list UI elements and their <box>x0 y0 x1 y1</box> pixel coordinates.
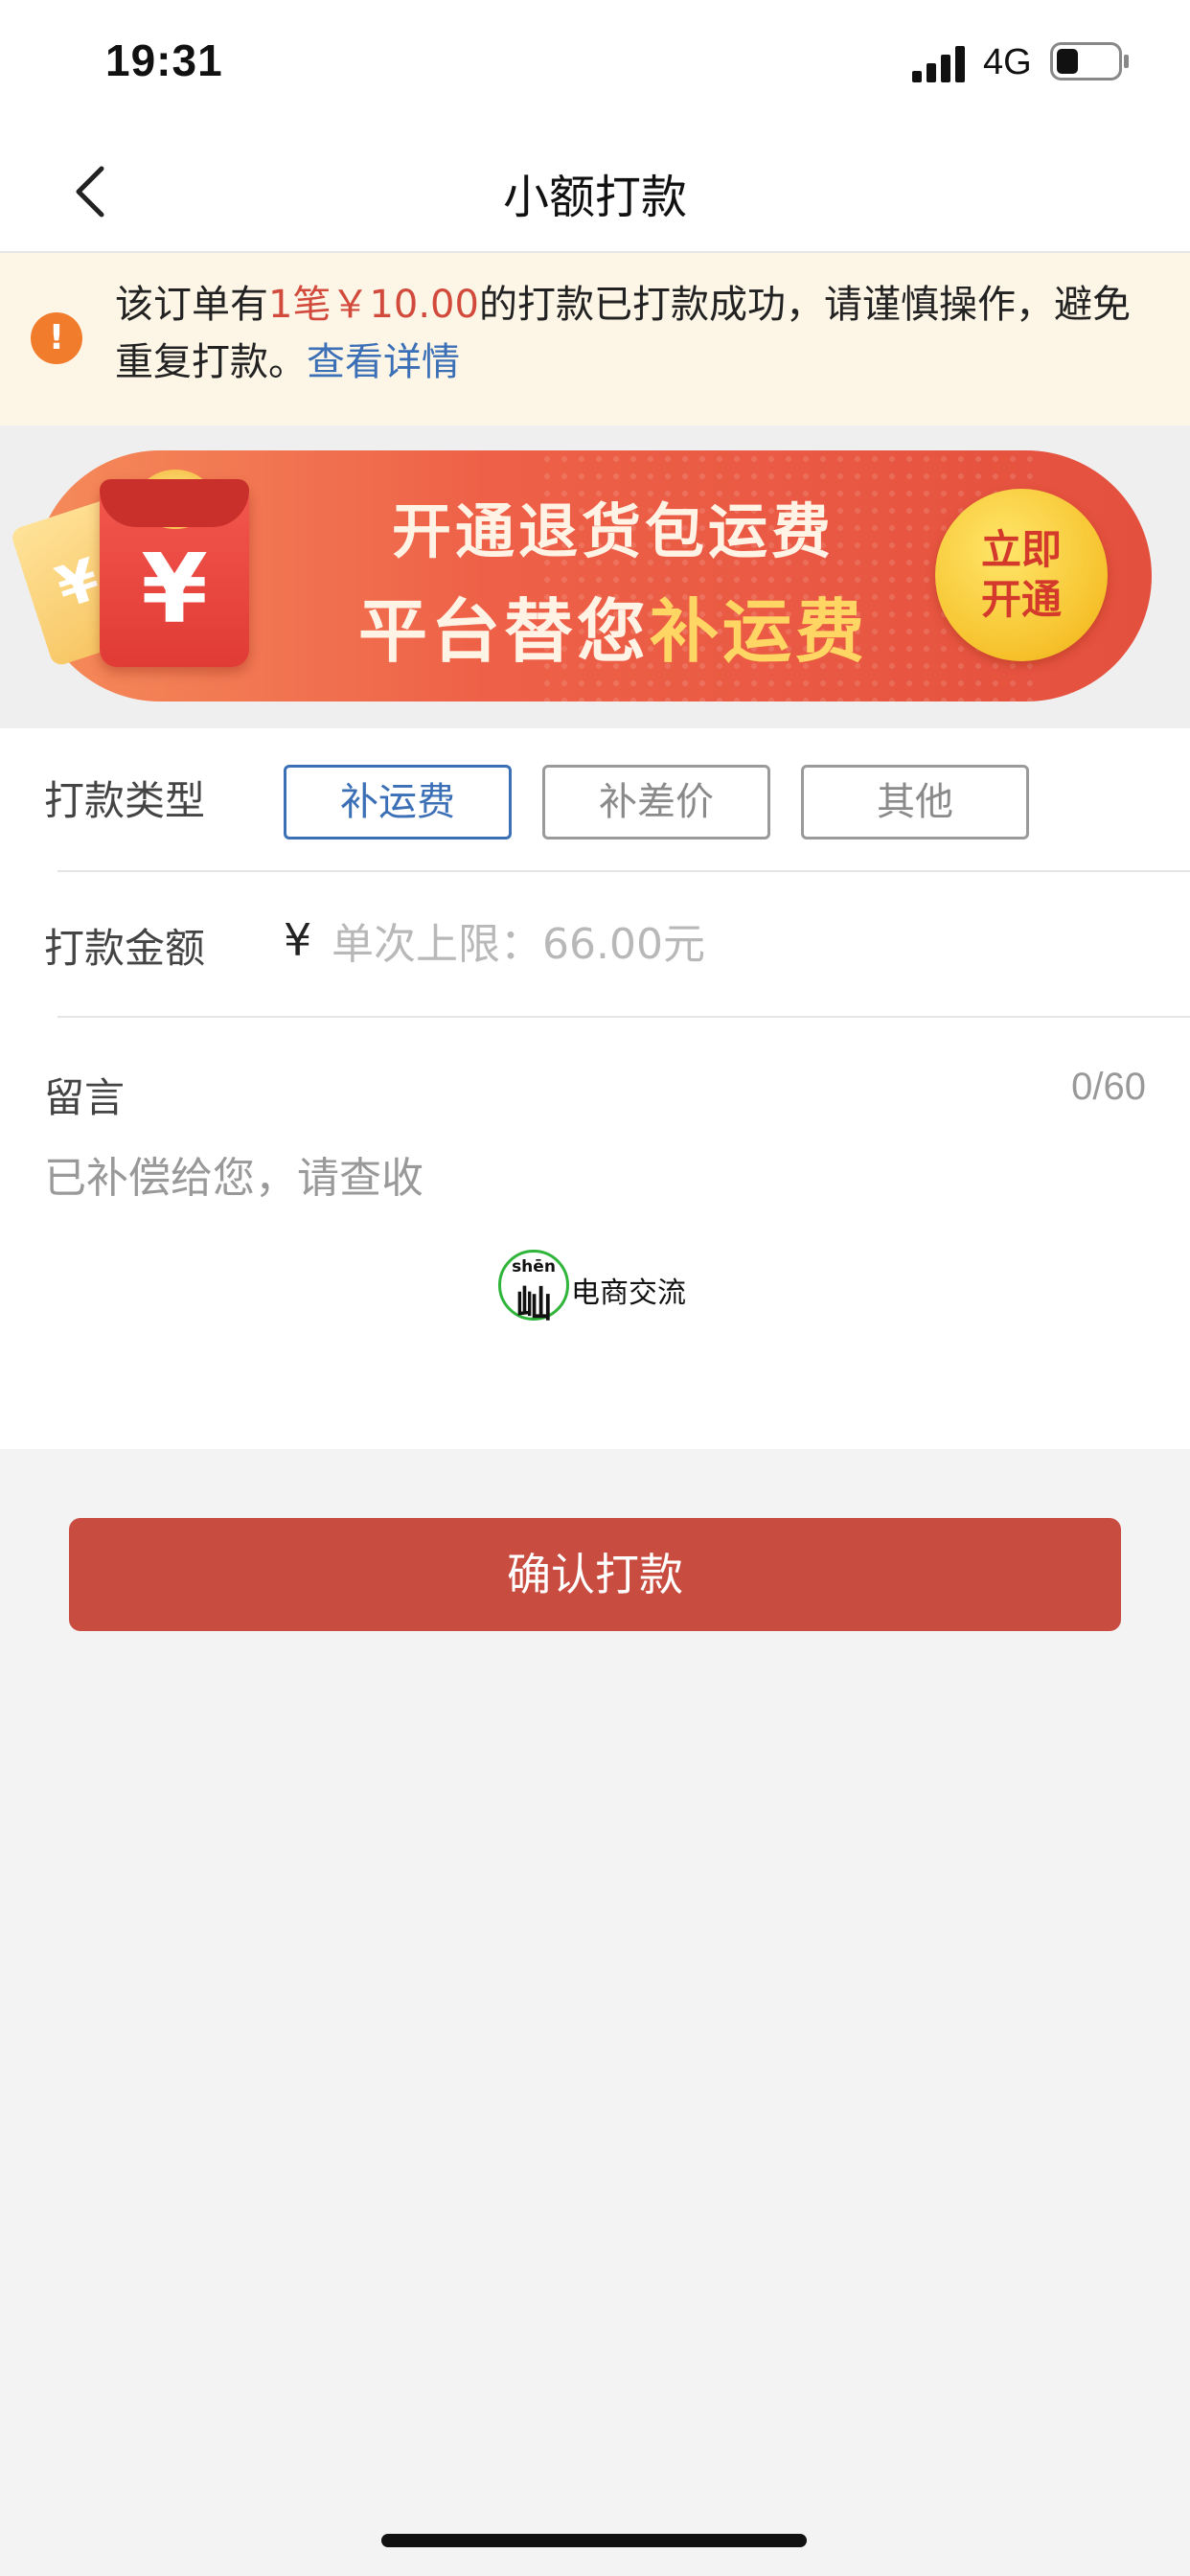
type-option-other[interactable]: 其他 <box>801 765 1029 840</box>
status-time: 19:31 <box>105 35 223 85</box>
divider <box>57 1016 1190 1018</box>
red-envelope-symbol: ¥ <box>141 533 208 645</box>
signal-icon <box>912 46 965 82</box>
battery-icon <box>1050 42 1129 80</box>
payment-type-label: 打款类型 <box>44 777 206 824</box>
confirm-payment-button[interactable]: 确认打款 <box>69 1518 1121 1631</box>
banner-headline: 开通退货包运费 <box>391 496 835 566</box>
red-envelope-flap <box>100 479 249 527</box>
message-input[interactable] <box>44 1150 1146 1380</box>
activate-now-label: 立即 开通 <box>935 525 1108 625</box>
message-label: 留言 <box>44 1074 126 1121</box>
divider <box>57 870 1190 872</box>
banner-subheadline: 平台替您补运费 <box>316 575 910 676</box>
view-details-link[interactable]: 查看详情 <box>307 340 460 384</box>
type-option-shipping[interactable]: 补运费 <box>284 765 512 840</box>
page-title: 小额打款 <box>502 171 687 224</box>
notice-text: 该订单有1笔￥10.00的打款已打款成功，请谨慎操作，避免重复打款。查看详情 <box>115 276 1159 391</box>
currency-symbol: ¥ <box>284 914 312 966</box>
nav-bar: 小额打款 <box>0 130 1190 253</box>
status-bar: 19:31 4G <box>0 0 1190 130</box>
watermark-logo-char: 屾 <box>515 1283 552 1325</box>
exclamation-icon: ! <box>31 312 82 364</box>
message-char-counter: 0/60 <box>1071 1066 1146 1108</box>
banner-subheadline-highlight: 补运费 <box>650 591 869 672</box>
notice-text-before: 该订单有 <box>115 283 268 327</box>
watermark-text: 电商交流 <box>571 1276 686 1310</box>
banner-subheadline-prefix: 平台替您 <box>357 591 650 672</box>
activate-now-label-line2: 开通 <box>980 576 1062 623</box>
home-indicator <box>381 2534 807 2547</box>
amount-input[interactable] <box>332 910 1136 978</box>
network-label: 4G <box>983 42 1032 82</box>
activate-now-label-line1: 立即 <box>980 526 1062 573</box>
payment-amount-label: 打款金额 <box>44 925 206 972</box>
type-option-price-diff[interactable]: 补差价 <box>542 765 770 840</box>
notice-amount-highlight: 1笔￥10.00 <box>268 283 479 327</box>
watermark-logo-pinyin: shēn <box>512 1257 556 1276</box>
